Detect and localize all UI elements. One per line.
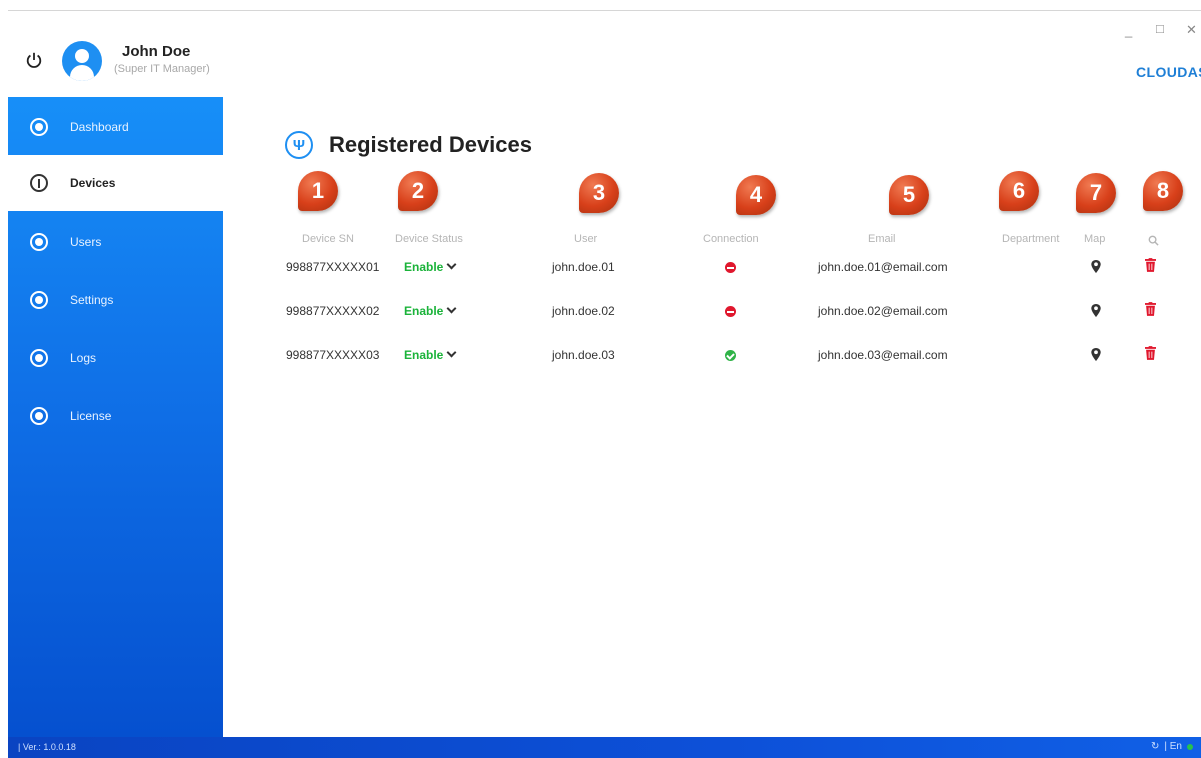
license-icon xyxy=(30,407,48,425)
sidebar-item-dashboard[interactable]: Dashboard xyxy=(8,99,223,155)
callout-7: 7 xyxy=(1076,173,1116,213)
device-email: john.doe.01@email.com xyxy=(818,260,948,274)
column-header-device-status[interactable]: Device Status xyxy=(395,233,463,245)
column-header-device-sn[interactable]: Device SN xyxy=(302,233,354,245)
device-user: john.doe.02 xyxy=(552,304,615,318)
page-title: Registered Devices xyxy=(329,132,532,157)
page-header: Ψ Registered Devices xyxy=(285,131,532,159)
maximize-button[interactable]: □ xyxy=(1156,21,1164,36)
sidebar-item-logs[interactable]: Logs xyxy=(8,330,223,386)
dashboard-icon xyxy=(30,118,48,136)
device-status-value: Enable xyxy=(404,260,444,274)
refresh-icon[interactable]: ↻ xyxy=(1151,741,1159,752)
gear-icon xyxy=(30,291,48,309)
main-panel: Ψ Registered Devices 1 2 3 4 5 6 7 8 Dev… xyxy=(223,97,1201,737)
user-role: (Super IT Manager) xyxy=(114,63,210,75)
device-sn: 998877XXXXX01 xyxy=(286,260,380,274)
status-bar: | Ver.: 1.0.0.18 ↻ | En xyxy=(8,737,1201,758)
delete-icon[interactable] xyxy=(1145,302,1156,316)
callout-6: 6 xyxy=(999,171,1039,211)
column-header-connection[interactable]: Connection xyxy=(703,233,759,245)
device-status-dropdown[interactable]: Enable xyxy=(404,347,457,362)
device-email: john.doe.02@email.com xyxy=(818,304,948,318)
column-header-email[interactable]: Email xyxy=(868,233,896,245)
online-indicator-icon xyxy=(1187,743,1193,750)
device-status-value: Enable xyxy=(404,348,444,362)
header-bar: John Doe (Super IT Manager) _ □ ✕ CLOUDA… xyxy=(8,10,1201,97)
device-sn: 998877XXXXX02 xyxy=(286,304,380,318)
sidebar-item-license[interactable]: License xyxy=(8,388,223,444)
device-status-dropdown[interactable]: Enable xyxy=(404,259,457,274)
sidebar-item-users[interactable]: Users xyxy=(8,214,223,270)
version-label: | Ver.: 1.0.0.18 xyxy=(18,742,76,752)
connection-status-icon xyxy=(725,262,736,273)
sidebar-item-label: License xyxy=(70,409,112,423)
search-icon[interactable] xyxy=(1148,235,1159,246)
minimize-button[interactable]: _ xyxy=(1125,23,1132,38)
column-header-map[interactable]: Map xyxy=(1084,233,1105,245)
power-icon[interactable] xyxy=(25,51,43,69)
delete-icon[interactable] xyxy=(1145,258,1156,272)
sidebar-item-label: Logs xyxy=(70,351,97,365)
usb-icon: Ψ xyxy=(285,131,313,159)
sidebar-item-label: Dashboard xyxy=(70,120,129,134)
chevron-down-icon xyxy=(446,303,457,314)
device-email: john.doe.03@email.com xyxy=(818,348,948,362)
callout-5: 5 xyxy=(889,175,929,215)
map-pin-icon[interactable] xyxy=(1090,303,1102,318)
chevron-down-icon xyxy=(446,347,457,358)
sidebar-item-label: Users xyxy=(70,235,102,249)
sidebar: Dashboard Devices Users Settings Logs Li… xyxy=(8,97,223,737)
device-user: john.doe.03 xyxy=(552,348,615,362)
callout-8: 8 xyxy=(1143,171,1183,211)
column-header-department[interactable]: Department xyxy=(1002,233,1059,245)
callout-1: 1 xyxy=(298,171,338,211)
brand-logo: CLOUDASHUR® xyxy=(1136,64,1201,80)
sidebar-item-label: Settings xyxy=(70,293,114,307)
device-user: john.doe.01 xyxy=(552,260,615,274)
map-pin-icon[interactable] xyxy=(1090,347,1102,362)
sidebar-item-label: Devices xyxy=(70,176,116,190)
delete-icon[interactable] xyxy=(1145,346,1156,360)
connection-status-icon xyxy=(725,306,736,317)
language-selector[interactable]: | En xyxy=(1164,741,1182,752)
map-pin-icon[interactable] xyxy=(1090,259,1102,274)
app-window: John Doe (Super IT Manager) _ □ ✕ CLOUDA… xyxy=(0,0,1201,758)
device-sn: 998877XXXXX03 xyxy=(286,348,380,362)
column-header-user[interactable]: User xyxy=(574,233,597,245)
chevron-down-icon xyxy=(446,259,457,270)
device-status-value: Enable xyxy=(404,304,444,318)
logs-icon xyxy=(30,349,48,367)
brand-name: CLOUDASHUR xyxy=(1136,64,1201,80)
device-status-dropdown[interactable]: Enable xyxy=(404,303,457,318)
callout-3: 3 xyxy=(579,173,619,213)
sidebar-item-devices[interactable]: Devices xyxy=(8,155,223,211)
status-bar-right: ↻ | En xyxy=(1151,741,1193,752)
users-icon xyxy=(30,233,48,251)
connection-status-icon xyxy=(725,350,736,361)
usb-icon xyxy=(30,174,48,192)
user-name: John Doe xyxy=(122,43,191,60)
sidebar-item-settings[interactable]: Settings xyxy=(8,272,223,328)
close-button[interactable]: ✕ xyxy=(1186,22,1197,38)
avatar[interactable] xyxy=(62,41,102,81)
callout-4: 4 xyxy=(736,175,776,215)
callout-2: 2 xyxy=(398,171,438,211)
